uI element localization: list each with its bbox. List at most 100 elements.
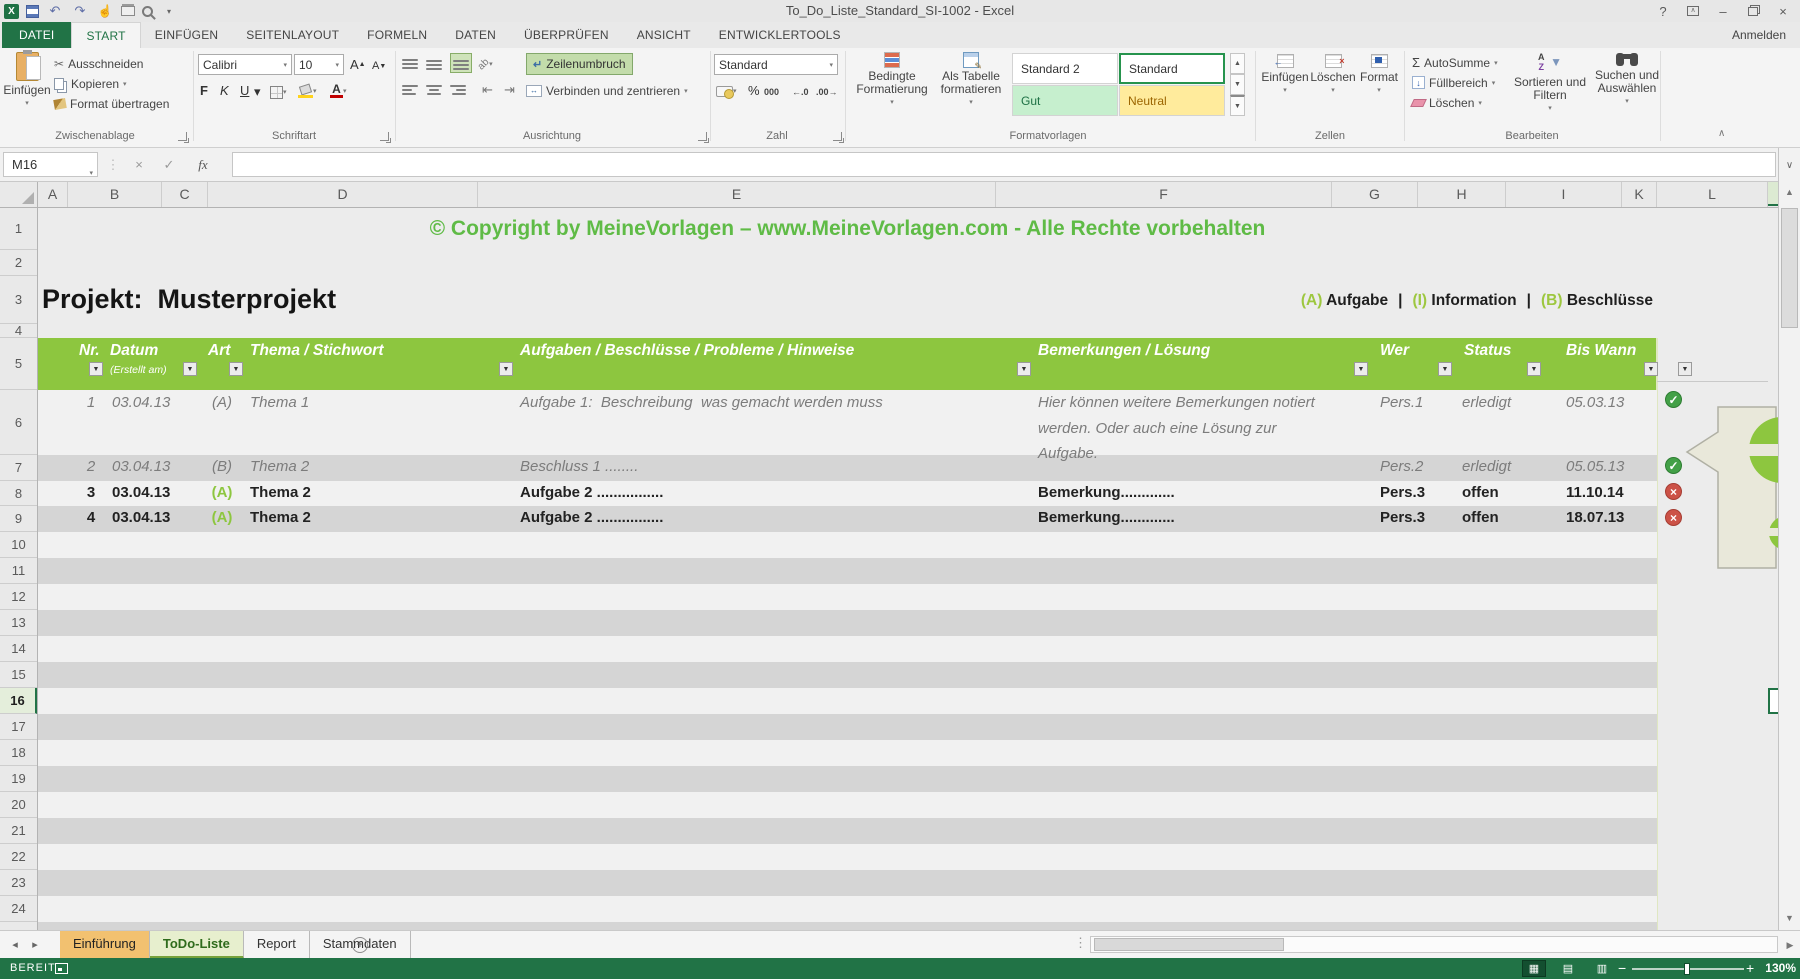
cell-bis[interactable]: 18.07.13	[1566, 509, 1662, 526]
filter-dropdown-icon[interactable]: ▼	[1678, 362, 1692, 376]
gallery-down-icon[interactable]: ▼	[1230, 74, 1245, 95]
row-header-9[interactable]: 9	[0, 506, 37, 532]
cell-aufgabe[interactable]: Aufgabe 1: Beschreibung was gemacht werd…	[520, 394, 990, 411]
row-header-14[interactable]: 14	[0, 636, 37, 662]
bold-button[interactable]: F	[200, 80, 208, 100]
horizontal-scroll-thumb[interactable]	[1094, 938, 1284, 951]
scroll-down-icon[interactable]: ▼	[1779, 908, 1800, 928]
ribbon-display-options-button[interactable]: ∧	[1678, 0, 1708, 22]
row-header-15[interactable]: 15	[0, 662, 37, 688]
insert-function-icon[interactable]: fx	[190, 152, 216, 177]
macro-record-icon[interactable]	[55, 963, 68, 974]
font-color-button[interactable]: A▾	[330, 81, 347, 101]
wrap-text-button[interactable]: ↵Zeilenumbruch	[526, 53, 633, 75]
row-header-2[interactable]: 2	[0, 250, 37, 276]
borders-button[interactable]: ▾	[270, 82, 287, 102]
cell-aufgabe[interactable]: Beschluss 1 ........	[520, 458, 990, 475]
row-header-5[interactable]: 5	[0, 338, 37, 390]
ribbon-tab-einf-gen[interactable]: EINFÜGEN	[141, 22, 233, 48]
ribbon-tab-daten[interactable]: DATEN	[441, 22, 510, 48]
paste-button[interactable]: Einfügen ▾	[6, 52, 48, 128]
filter-dropdown-icon[interactable]: ▼	[499, 362, 513, 376]
column-header-selected[interactable]	[1768, 182, 1778, 206]
copy-button[interactable]: Kopieren▾	[54, 74, 127, 93]
collapse-ribbon-icon[interactable]: ∧	[1718, 128, 1725, 139]
cell-wer[interactable]: Pers.3	[1380, 509, 1458, 526]
row-header-11[interactable]: 11	[0, 558, 37, 584]
filter-dropdown-icon[interactable]: ▼	[1527, 362, 1541, 376]
tab-scroll-right-icon[interactable]: ▸	[26, 931, 44, 959]
filter-dropdown-icon[interactable]: ▼	[229, 362, 243, 376]
find-select-button[interactable]: Suchen und Auswählen ▾	[1592, 52, 1662, 105]
sheet-tab-report[interactable]: Report	[244, 931, 310, 959]
zoom-level[interactable]: 130%	[1752, 958, 1796, 979]
delete-cells-button[interactable]: × Löschen ▾	[1310, 54, 1356, 94]
column-header-h[interactable]: H	[1418, 182, 1506, 207]
row-header-17[interactable]: 17	[0, 714, 37, 740]
conditional-formatting-button[interactable]: Bedingte Formatierung ▾	[852, 52, 932, 106]
cell-aufgabe[interactable]: Aufgabe 2 ................	[520, 509, 990, 526]
merge-center-button[interactable]: ↔Verbinden und zentrieren▾	[526, 81, 688, 100]
ribbon-tab-start[interactable]: START	[71, 22, 140, 48]
scroll-right-icon[interactable]: ▶	[1782, 937, 1798, 953]
format-as-table-button[interactable]: Als Tabelle formatieren ▾	[932, 52, 1010, 106]
row-header-16[interactable]: 16	[0, 688, 37, 714]
column-header-k[interactable]: K	[1622, 182, 1657, 207]
cell-status[interactable]: erledigt	[1462, 458, 1548, 475]
cut-button[interactable]: ✂Ausschneiden	[54, 54, 143, 73]
accounting-format-button[interactable]: ▾	[716, 81, 737, 101]
cell-bemerkung[interactable]: Bemerkung.............	[1038, 509, 1378, 526]
column-header-c[interactable]: C	[162, 182, 208, 207]
italic-button[interactable]: K	[220, 80, 229, 100]
row-header-4[interactable]: 4	[0, 324, 37, 338]
fill-button[interactable]: ↓Füllbereich▾	[1412, 73, 1495, 92]
cell-nr[interactable]: 2	[76, 458, 106, 475]
column-header-l[interactable]: L	[1657, 182, 1768, 207]
cell-nr[interactable]: 4	[76, 509, 106, 526]
cell-status[interactable]: offen	[1462, 509, 1548, 526]
column-header-a[interactable]: A	[38, 182, 68, 207]
sign-in-link[interactable]: Anmelden	[1732, 22, 1786, 48]
sort-filter-button[interactable]: AZ▼ Sortieren und Filtern ▾	[1512, 52, 1588, 112]
fill-color-button[interactable]: ▾	[298, 81, 317, 101]
cell-datum[interactable]: 03.04.13	[112, 484, 182, 501]
decrease-decimal-button[interactable]: .00→	[816, 82, 838, 102]
row-header-13[interactable]: 13	[0, 610, 37, 636]
row-header-22[interactable]: 22	[0, 844, 37, 870]
cell-bis[interactable]: 11.10.14	[1566, 484, 1662, 501]
vertical-scrollbar[interactable]: ▲ ▼	[1778, 182, 1800, 930]
row-header-6[interactable]: 6	[0, 390, 37, 455]
cell-bemerkung[interactable]: Hier können weitere Bemerkungen notiert …	[1038, 390, 1378, 467]
column-header-g[interactable]: G	[1332, 182, 1418, 207]
view-page-layout-icon[interactable]: ▤	[1556, 960, 1580, 977]
column-header-i[interactable]: I	[1506, 182, 1622, 207]
clear-button[interactable]: Löschen▾	[1412, 93, 1482, 112]
percent-style-button[interactable]: %	[748, 80, 760, 100]
cell-bemerkung[interactable]: Bemerkung.............	[1038, 484, 1378, 501]
font-size-select[interactable]: 10▾	[294, 54, 344, 75]
view-normal-icon[interactable]: ▦	[1522, 960, 1546, 977]
sheet-canvas[interactable]: © Copyright by MeineVorlagen – www.Meine…	[38, 208, 1778, 930]
scroll-up-icon[interactable]: ▲	[1779, 182, 1800, 202]
dialog-launcher-icon[interactable]	[833, 132, 843, 142]
column-header-f[interactable]: F	[996, 182, 1332, 207]
row-header-25[interactable]: 25	[0, 922, 37, 930]
row-header-18[interactable]: 18	[0, 740, 37, 766]
row-header-20[interactable]: 20	[0, 792, 37, 818]
format-cells-button[interactable]: Format ▾	[1356, 54, 1402, 94]
cell-thema[interactable]: Thema 2	[250, 509, 480, 526]
shrink-font-button[interactable]: A▼	[372, 56, 386, 76]
align-right-button[interactable]	[450, 81, 466, 101]
row-header-10[interactable]: 10	[0, 532, 37, 558]
decrease-indent-button[interactable]: ⇤	[482, 80, 493, 100]
formula-input[interactable]	[232, 152, 1776, 177]
row-header-24[interactable]: 24	[0, 896, 37, 922]
zoom-slider-handle[interactable]	[1684, 963, 1690, 975]
increase-indent-button[interactable]: ⇥	[504, 80, 515, 100]
dialog-launcher-icon[interactable]	[698, 132, 708, 142]
cell-datum[interactable]: 03.04.13	[112, 509, 182, 526]
ribbon-tab-datei[interactable]: DATEI	[2, 22, 71, 48]
filter-dropdown-icon[interactable]: ▼	[89, 362, 103, 376]
add-sheet-button[interactable]: +	[352, 937, 368, 953]
autosum-button[interactable]: ΣAutoSumme▾	[1412, 53, 1498, 72]
